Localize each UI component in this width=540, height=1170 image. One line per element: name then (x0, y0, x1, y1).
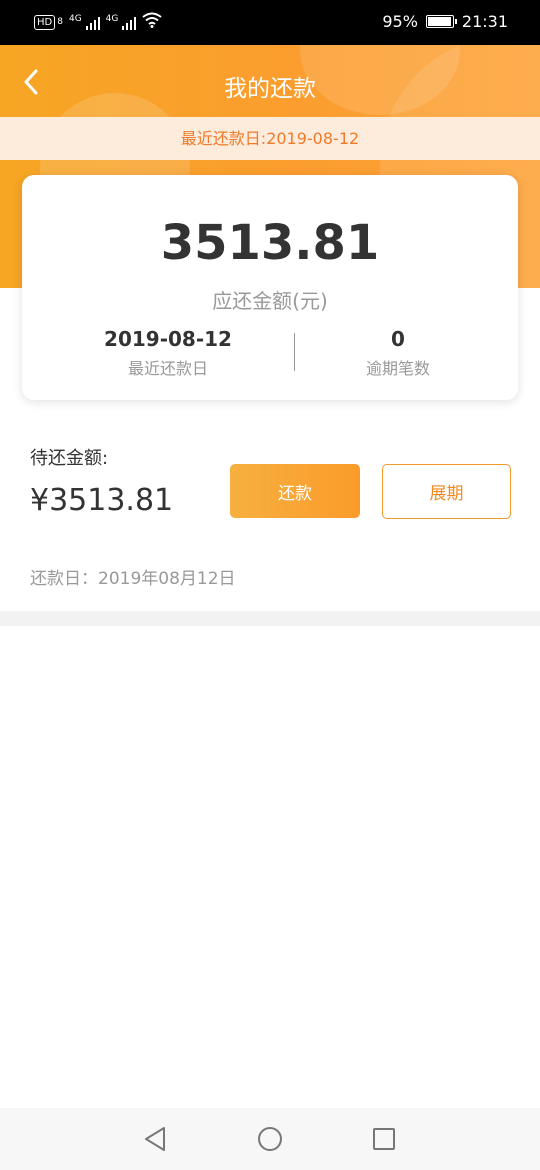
extend-button[interactable]: 展期 (382, 464, 511, 519)
overdue-count-label: 逾期笔数 (365, 359, 430, 378)
signal-icon-1: 4G (69, 14, 100, 30)
latest-date-value: 2019-08-12 (104, 327, 232, 351)
overdue-count-stat: 0 逾期笔数 (298, 327, 498, 379)
clock: 21:31 (461, 12, 508, 31)
pending-amount-label: 待还金额: (30, 448, 109, 469)
status-left: HD 8 4G 4G (34, 12, 162, 32)
system-nav-bar (0, 1108, 540, 1170)
latest-date-stat: 2019-08-12 最近还款日 (68, 327, 268, 379)
circle-home-icon[interactable] (253, 1122, 287, 1156)
notice-text: 最近还款日:2019-08-12 (180, 129, 360, 148)
latest-date-label: 最近还款日 (127, 359, 208, 378)
triangle-back-icon[interactable] (138, 1122, 172, 1156)
signal-2-label: 4G (105, 14, 119, 24)
section-divider (0, 611, 540, 626)
pending-amount-value: ¥3513.81 (30, 483, 174, 518)
amount-due-caption: 应还金额(元) (212, 289, 328, 313)
notice-bar: 最近还款日:2019-08-12 (0, 117, 540, 160)
page-title: 我的还款 (224, 76, 316, 102)
repay-button[interactable]: 还款 (230, 464, 360, 518)
stat-divider (294, 333, 295, 371)
battery-percent: 95% (382, 12, 418, 31)
signal-icon-2: 4G (106, 14, 137, 30)
battery-icon (425, 15, 457, 28)
wifi-icon (142, 12, 162, 32)
signal-1-label: 4G (68, 14, 82, 24)
hd-icon: HD (34, 14, 56, 30)
status-bar: HD 8 4G 4G 95% 21:31 (0, 0, 540, 45)
summary-card: 3513.81 应还金额(元) 2019-08-12 最近还款日 0 逾期笔数 (22, 175, 518, 400)
overdue-count-value: 0 (391, 327, 405, 351)
status-right: 95% 21:31 (382, 12, 508, 31)
repay-date: 还款日：2019年08月12日 (30, 569, 236, 589)
square-recents-icon[interactable] (367, 1122, 401, 1156)
hd-sub-label: 8 (57, 17, 63, 27)
amount-due-value: 3513.81 (160, 215, 380, 271)
